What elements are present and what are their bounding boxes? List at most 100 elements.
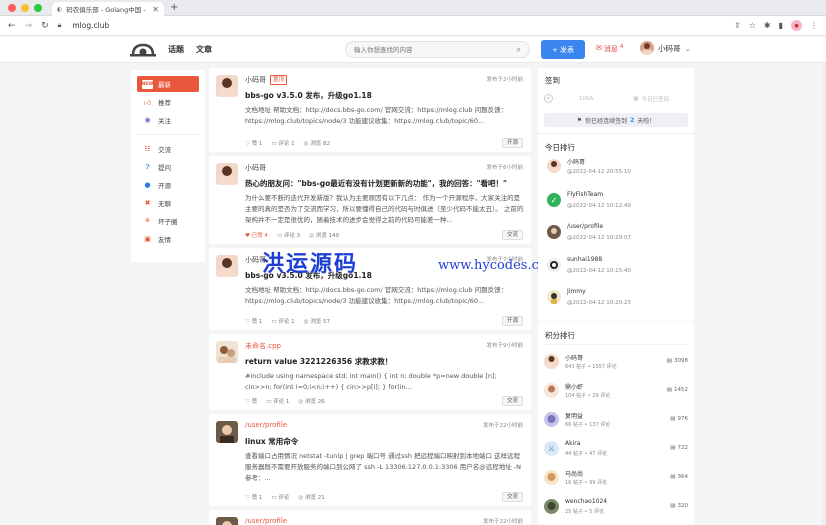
like-button[interactable]: ♥ 已赞 4 (245, 231, 268, 239)
user-avatar[interactable] (547, 159, 561, 173)
user-avatar[interactable]: ✓ (547, 193, 561, 207)
tab-close-icon[interactable]: ✕ (152, 5, 159, 14)
comment-link[interactable]: ▭ 评论 (271, 493, 289, 501)
page-scrollbar[interactable] (822, 63, 826, 525)
menu-icon[interactable]: ⋮ (810, 21, 818, 30)
search-input[interactable] (354, 45, 517, 54)
rank-username[interactable]: sunhai1988 (567, 256, 602, 263)
author-name[interactable]: 未命名.cpp (245, 341, 281, 351)
leftnav-item-recommend[interactable]: 👍︎ 推荐 (137, 94, 199, 110)
checkin-button[interactable]: ⚑ 你已经连续签到 2 天啦！ (544, 113, 688, 127)
share-icon[interactable]: ⇪ (734, 21, 741, 30)
like-button[interactable]: ♡ 赞 1 (245, 493, 262, 501)
list-item[interactable]: 鼎小虾 104 帖子 • 29 评论 ▤ 1452 (544, 379, 690, 403)
rank-username[interactable]: FlyFishTeam (567, 191, 603, 198)
user-avatar[interactable] (544, 383, 559, 398)
leftnav-item-bored[interactable]: ✖ 无聊 (137, 195, 199, 211)
list-item[interactable]: 小码哥 @2022-04-12 20:55:10 (545, 155, 689, 180)
user-menu[interactable]: 小码哥 ⌄ (640, 41, 691, 55)
post-title[interactable]: return value 3221226356 求教求教！ (245, 356, 392, 367)
post-title[interactable]: linux 常用命令 (245, 436, 298, 447)
comment-link[interactable]: ▭ 评论 1 (271, 139, 294, 147)
node-tag[interactable]: 开源 (501, 138, 523, 148)
minimize-window-button[interactable] (21, 4, 29, 12)
nav-articles[interactable]: 文章 (196, 44, 212, 55)
rank-username[interactable]: Akira (565, 440, 580, 447)
list-item[interactable]: ✓ FlyFishTeam @2022-04-12 10:12:49 (545, 189, 689, 214)
like-button[interactable]: ♡ 赞 1 (245, 317, 262, 325)
comment-link[interactable]: ▭ 评论 1 (271, 317, 294, 325)
rank-username[interactable]: Jimmy (567, 288, 586, 295)
author-avatar[interactable] (216, 341, 238, 363)
search-icon[interactable]: ⌕ (517, 45, 521, 55)
node-tag[interactable]: 交流 (501, 396, 523, 406)
rank-username[interactable]: wenchao1024 (565, 498, 607, 505)
list-item[interactable]: /user/profile @2022-04-12 10:29:07 (545, 221, 689, 246)
rank-username[interactable]: /user/profile (567, 223, 603, 230)
like-button[interactable]: ♡ 赞 (245, 397, 257, 405)
author-name[interactable]: /user/profile (245, 421, 287, 429)
extensions-icon[interactable]: ✱ (764, 21, 771, 30)
like-button[interactable]: ♡ 赞 1 (245, 139, 262, 147)
messages-link[interactable]: ✉ 消息 4 (596, 44, 623, 54)
node-tag[interactable]: 开源 (501, 316, 523, 326)
close-window-button[interactable] (8, 4, 16, 12)
leftnav-item-links[interactable]: ▣ 友情 (137, 231, 199, 247)
rank-username[interactable]: 复明益 (565, 411, 583, 420)
leftnav-item-chat[interactable]: ☷ 交流 (137, 141, 199, 157)
sidebar-icon[interactable]: ▮ (779, 21, 783, 30)
forward-icon[interactable]: → (25, 21, 33, 31)
node-tag[interactable]: 交流 (501, 230, 523, 240)
profile-avatar-icon[interactable]: ● (791, 20, 802, 31)
user-avatar[interactable]: ⚔ (544, 441, 559, 456)
nav-topics[interactable]: 话题 (168, 44, 184, 55)
maximize-window-button[interactable] (34, 4, 42, 12)
node-tag[interactable]: 交流 (501, 492, 523, 502)
author-avatar[interactable] (216, 75, 238, 97)
comment-link[interactable]: ▭ 评论 3 (277, 231, 300, 239)
topic-card[interactable]: 未命名.cpp 发布于9小时前 return value 3221226356 … (209, 334, 531, 410)
post-title[interactable]: 热心的朋友问："bbs-go最近有没有计划更新新的功能"，我的回答："看吧！" (245, 178, 507, 189)
rank-username[interactable]: 鼎小虾 (565, 382, 583, 391)
user-avatar[interactable] (544, 412, 559, 427)
rank-username[interactable]: 小码哥 (567, 157, 585, 166)
user-avatar[interactable] (547, 290, 561, 304)
topic-card[interactable]: 小码哥 置顶 发布于2小时前 bbs-go v3.5.0 发布，升级go1.18… (209, 68, 531, 152)
user-avatar[interactable] (544, 499, 559, 514)
leftnav-item-question[interactable]: ❓︎ 提问 (137, 159, 199, 175)
browser-tab[interactable]: ◐ 码农俱乐部 - Golang中国 - Go语 ✕ (52, 2, 164, 16)
author-avatar[interactable] (216, 255, 238, 277)
list-item[interactable]: 复明益 66 帖子 • 137 评论 ▤ 976 (544, 408, 690, 432)
back-icon[interactable]: ← (8, 21, 16, 31)
author-avatar[interactable] (216, 517, 238, 525)
user-avatar[interactable] (544, 470, 559, 485)
list-item[interactable]: 小码哥 643 帖子 • 1557 评论 ▤ 3098 (544, 350, 690, 374)
list-item[interactable]: ⚔ Akira 44 帖子 • 47 评论 ▤ 722 (544, 437, 690, 461)
comment-link[interactable]: ▭ 评论 1 (266, 397, 289, 405)
new-tab-icon[interactable]: + (170, 2, 178, 13)
publish-button[interactable]: + 发表 (541, 40, 585, 59)
author-name[interactable]: 小码哥 (245, 163, 266, 173)
user-avatar[interactable] (547, 225, 561, 239)
author-avatar[interactable] (216, 421, 238, 443)
list-item[interactable]: sunhai1988 @2022-04-12 10:15:40 (545, 254, 689, 279)
leftnav-item-latest[interactable]: NEW 最新 (137, 76, 199, 92)
leftnav-item-circle[interactable]: ⚘ 坏子圈 (137, 213, 199, 229)
list-item[interactable]: 马尚尚 16 帖子 • 99 评论 ▤ 364 (544, 466, 690, 490)
author-avatar[interactable] (216, 163, 238, 185)
author-name[interactable]: /user/profile (245, 517, 287, 525)
author-name[interactable]: 小码哥 (245, 75, 266, 85)
user-avatar[interactable] (547, 258, 561, 272)
leftnav-item-follow[interactable]: ◉ 关注 (137, 112, 199, 128)
topic-card[interactable]: /user/profile 发布于22小时前 linux 常用命令 查看端口占用… (209, 414, 531, 506)
topic-card[interactable]: 小码哥 发布于6小时前 热心的朋友问："bbs-go最近有没有计划更新新的功能"… (209, 156, 531, 244)
topic-card[interactable]: /user/profile 发布于22小时前 (209, 510, 531, 525)
leftnav-item-opensource[interactable]: ● 开源 (137, 177, 199, 193)
url-field[interactable]: mlog.club (72, 21, 109, 30)
site-logo-icon[interactable] (130, 42, 156, 57)
reload-icon[interactable]: ↻ (41, 21, 49, 31)
list-item[interactable]: Jimmy @2022-04-12 10:20:23 (545, 286, 689, 311)
list-item[interactable]: wenchao1024 25 帖子 • 5 评论 ▤ 320 (544, 495, 690, 519)
user-avatar[interactable] (544, 354, 559, 369)
post-title[interactable]: bbs-go v3.5.0 发布，升级go1.18 (245, 90, 372, 101)
